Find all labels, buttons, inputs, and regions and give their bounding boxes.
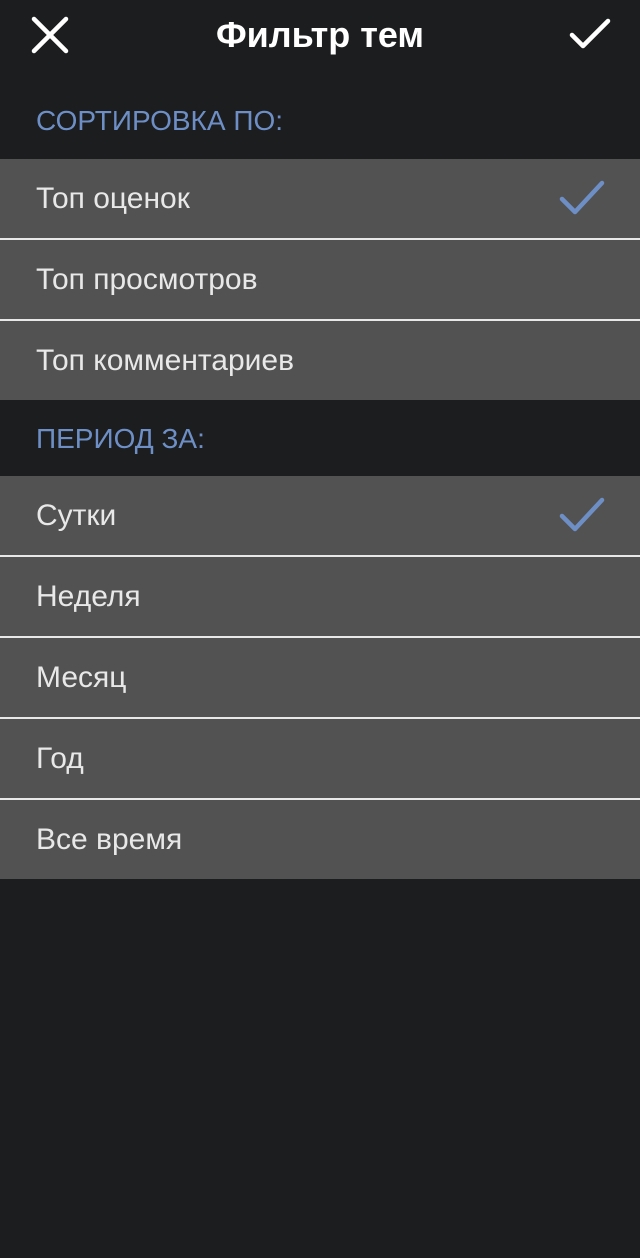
period-option-month[interactable]: Месяц	[0, 638, 640, 719]
page-title: Фильтр тем	[215, 14, 425, 55]
period-option-day[interactable]: Сутки	[0, 476, 640, 557]
sort-section-title: СОРТИРОВКА ПО:	[36, 105, 283, 136]
sort-option-label: Топ просмотров	[36, 262, 258, 296]
filter-screen: Фильтр тем СОРТИРОВКА ПО: Топ оценок Топ…	[0, 0, 640, 1258]
close-button[interactable]	[0, 0, 100, 70]
apply-button[interactable]	[540, 0, 640, 70]
period-section-title: ПЕРИОД ЗА:	[36, 423, 205, 454]
sort-option-label: Топ комментариев	[36, 343, 295, 377]
period-option-label: Год	[36, 741, 84, 775]
selected-check-icon	[559, 180, 605, 214]
sort-option-top-views[interactable]: Топ просмотров	[0, 240, 640, 321]
period-option-label: Сутки	[36, 498, 117, 532]
top-app-bar: Фильтр тем	[0, 0, 640, 80]
period-option-label: Месяц	[36, 660, 127, 694]
period-option-label: Неделя	[36, 579, 141, 613]
selected-check-icon	[559, 497, 605, 531]
sort-option-label: Топ оценок	[36, 181, 190, 215]
period-options-list: Сутки Неделя Месяц Год Все время	[0, 476, 640, 879]
sort-option-top-ratings[interactable]: Топ оценок	[0, 159, 640, 240]
close-icon	[31, 16, 69, 54]
check-icon	[569, 18, 611, 49]
period-option-label: Все время	[36, 822, 183, 856]
period-option-week[interactable]: Неделя	[0, 557, 640, 638]
sort-option-top-comments[interactable]: Топ комментариев	[0, 321, 640, 400]
period-option-year[interactable]: Год	[0, 719, 640, 800]
sort-options-list: Топ оценок Топ просмотров Топ комментари…	[0, 159, 640, 400]
period-option-all-time[interactable]: Все время	[0, 800, 640, 879]
